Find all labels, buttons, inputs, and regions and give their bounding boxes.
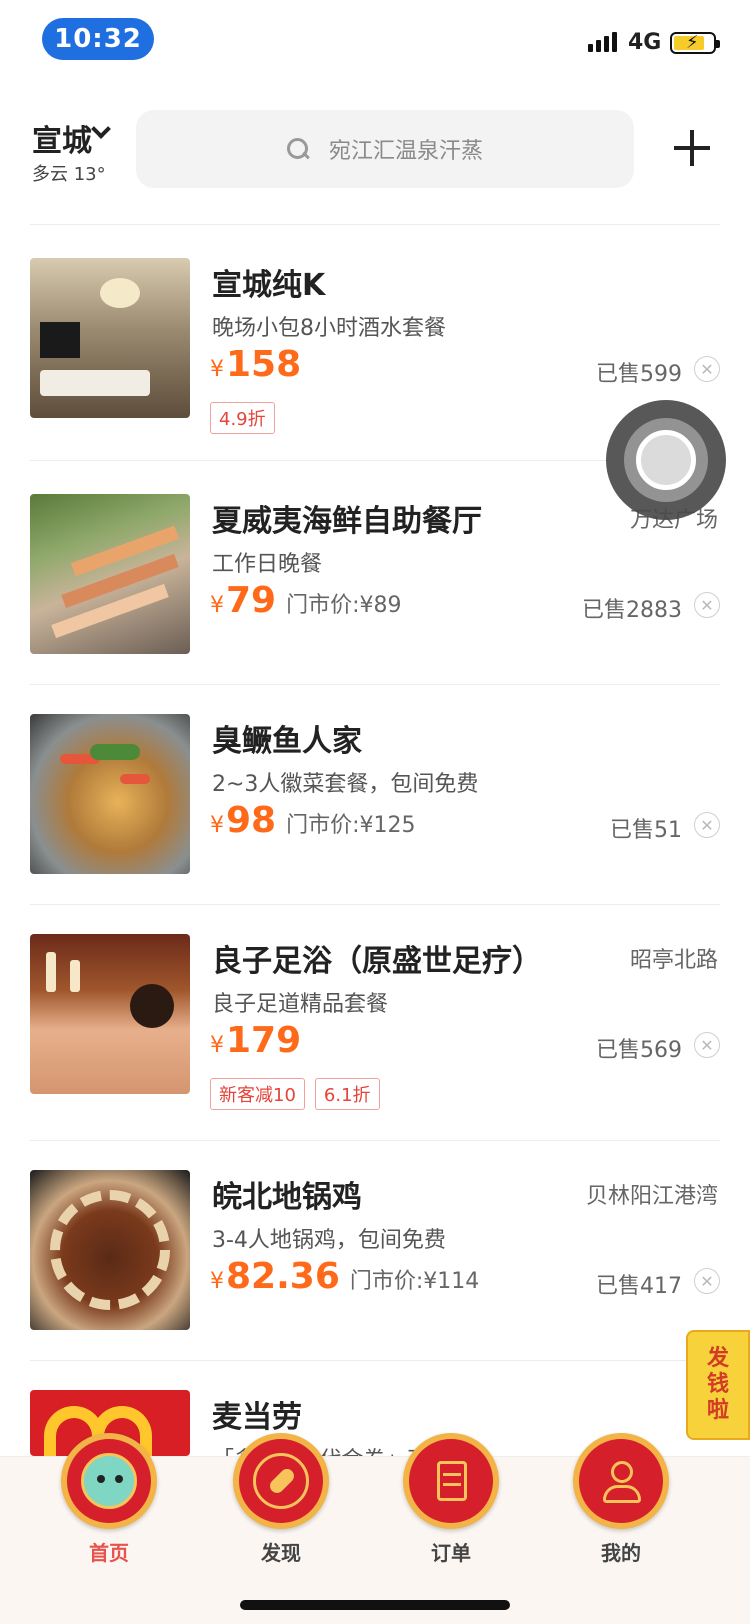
- tab-orders[interactable]: 订单: [391, 1433, 511, 1607]
- listing-title: 良子足浴（原盛世足疗）: [212, 944, 542, 979]
- close-icon[interactable]: ✕: [694, 1268, 720, 1294]
- promo-text: 发: [706, 1346, 729, 1371]
- currency-symbol: ¥: [210, 1033, 224, 1058]
- listing-title: 臭鳜鱼人家: [212, 724, 362, 759]
- listing-subtitle: 工作日晚餐: [212, 552, 323, 577]
- money-promo-banner[interactable]: 发 钱 啦: [686, 1330, 750, 1440]
- listing-price: 82.36: [226, 1256, 340, 1297]
- price-row: ¥ 179: [210, 1020, 301, 1061]
- battery-icon: ⚡: [670, 32, 720, 54]
- price-row: ¥ 82.36 门市价:¥114: [210, 1256, 479, 1297]
- original-price: 门市价:¥125: [286, 813, 416, 838]
- tag-list: 4.9折: [210, 402, 275, 434]
- sold-count: 已售417: [596, 1274, 682, 1299]
- list-item[interactable]: 良子足浴（原盛世足疗） 昭亭北路 良子足道精品套餐 ¥ 179 已售569 ✕ …: [0, 934, 750, 1134]
- price-row: ¥ 98 门市价:¥125: [210, 800, 416, 841]
- list-divider: [30, 1140, 720, 1141]
- search-placeholder: 宛江汇温泉汗蒸: [328, 139, 483, 164]
- tab-discover[interactable]: 发现: [221, 1433, 341, 1607]
- status-bar: 10:32 4G ⚡: [0, 0, 750, 88]
- tag-list: 新客减10 6.1折: [210, 1078, 380, 1110]
- discount-tag: 6.1折: [314, 1078, 380, 1110]
- list-item[interactable]: 夏威夷海鲜自助餐厅 万达广场 工作日晚餐 ¥ 79 门市价:¥89 已售2883…: [0, 494, 750, 674]
- close-icon[interactable]: ✕: [694, 812, 720, 838]
- discount-tag: 新客减10: [210, 1078, 305, 1110]
- original-price: 门市价:¥89: [286, 593, 402, 618]
- user-icon: [573, 1433, 669, 1529]
- list-divider: [30, 1360, 720, 1361]
- listing-subtitle: 3-4人地锅鸡，包间免费: [212, 1228, 446, 1253]
- currency-symbol: ¥: [210, 357, 224, 382]
- top-header: 宣城 多云 13° 宛江汇温泉汗蒸: [0, 100, 750, 220]
- price-row: ¥ 158: [210, 344, 301, 385]
- tab-label: 首页: [89, 1541, 129, 1565]
- list-divider: [30, 904, 720, 905]
- discount-tag: 4.9折: [210, 402, 275, 434]
- listing-subtitle: 晚场小包8小时酒水套餐: [212, 316, 446, 341]
- chevron-down-icon[interactable]: [91, 119, 111, 139]
- currency-symbol: ¥: [210, 593, 224, 618]
- order-list-icon: [403, 1433, 499, 1529]
- listing-title: 夏威夷海鲜自助餐厅: [212, 504, 482, 539]
- list-item[interactable]: 臭鳜鱼人家 2~3人徽菜套餐，包间免费 ¥ 98 门市价:¥125 已售51 ✕: [0, 714, 750, 894]
- currency-symbol: ¥: [210, 1269, 224, 1294]
- search-bar[interactable]: 宛江汇温泉汗蒸: [136, 110, 634, 188]
- listing-thumbnail: [30, 258, 190, 418]
- signal-icon: [588, 30, 617, 52]
- sold-count: 已售2883: [582, 598, 682, 623]
- close-icon[interactable]: ✕: [694, 356, 720, 382]
- price-row: ¥ 79 门市价:¥89: [210, 580, 402, 621]
- city-selector[interactable]: 宣城: [32, 116, 92, 160]
- home-indicator: [240, 1600, 510, 1610]
- listing-location: 贝林阳江港湾: [585, 1184, 718, 1209]
- listing-title: 宣城纯K: [212, 268, 326, 303]
- promo-text: 啦: [706, 1398, 729, 1423]
- listing-price: 98: [226, 800, 277, 841]
- close-icon[interactable]: ✕: [694, 1032, 720, 1058]
- list-divider: [30, 684, 720, 685]
- tab-home[interactable]: 首页: [49, 1433, 169, 1607]
- tab-label: 发现: [261, 1541, 301, 1565]
- add-icon[interactable]: [674, 130, 710, 166]
- weather-text: 多云 13°: [32, 164, 106, 185]
- listing-price: 79: [226, 580, 277, 621]
- original-price: 门市价:¥114: [349, 1269, 480, 1294]
- bottom-tab-bar: 首页 发现 订单 我的: [0, 1433, 750, 1624]
- network-type: 4G: [628, 30, 662, 55]
- status-time: 10:32: [42, 18, 154, 60]
- list-item[interactable]: 皖北地锅鸡 贝林阳江港湾 3-4人地锅鸡，包间免费 ¥ 82.36 门市价:¥1…: [0, 1170, 750, 1350]
- tab-profile[interactable]: 我的: [561, 1433, 681, 1607]
- listing-thumbnail: [30, 1170, 190, 1330]
- listing-subtitle: 良子足道精品套餐: [212, 992, 389, 1017]
- tab-label: 订单: [431, 1541, 471, 1565]
- listing-title: 皖北地锅鸡: [212, 1180, 362, 1215]
- sold-count: 已售51: [610, 818, 682, 843]
- close-icon[interactable]: ✕: [694, 592, 720, 618]
- sold-count: 已售569: [596, 1038, 682, 1063]
- listing-thumbnail: [30, 714, 190, 874]
- tab-label: 我的: [601, 1541, 641, 1565]
- listing-subtitle: 2~3人徽菜套餐，包间免费: [212, 772, 479, 797]
- assistive-touch-button[interactable]: [606, 400, 726, 520]
- listing-title: 麦当劳: [212, 1400, 302, 1435]
- sold-count: 已售599: [596, 362, 682, 387]
- mascot-icon: [61, 1433, 157, 1529]
- listing-thumbnail: [30, 934, 190, 1094]
- listing-price: 158: [226, 344, 302, 385]
- promo-text: 钱: [706, 1372, 729, 1397]
- search-icon: [286, 138, 309, 160]
- compass-icon: [233, 1433, 329, 1529]
- listing-price: 179: [226, 1020, 302, 1061]
- currency-symbol: ¥: [210, 813, 224, 838]
- listing-location: 昭亭北路: [629, 948, 718, 973]
- listing-thumbnail: [30, 494, 190, 654]
- header-divider: [30, 224, 720, 225]
